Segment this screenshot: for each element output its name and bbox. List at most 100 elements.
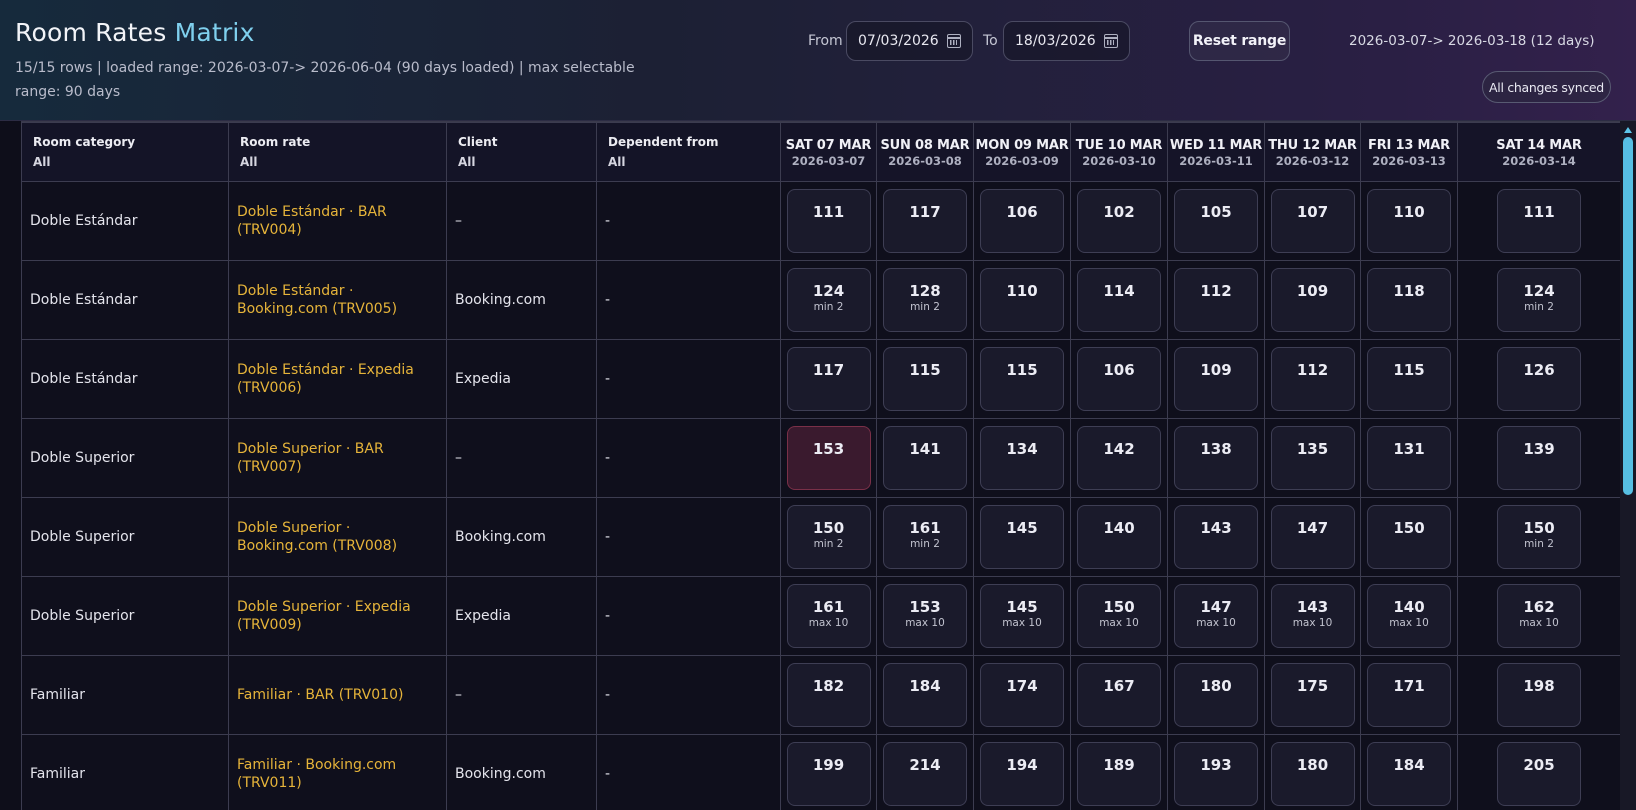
rate-input[interactable]: 161 min 2 [883,505,967,569]
room-rate-cell[interactable]: Doble Superior · BAR (TRV007) [228,418,447,498]
column-filter[interactable]: All [458,155,596,169]
rate-value: 180 [1200,677,1232,695]
rate-input[interactable]: 110 [980,268,1064,332]
room-rate-cell[interactable]: Familiar · BAR (TRV010) [228,655,447,735]
rate-cell: 112 [1264,339,1361,419]
rate-cell: 105 [1167,181,1265,261]
rate-input[interactable]: 198 [1497,663,1581,727]
rate-input[interactable]: 111 [786,189,871,253]
rate-input[interactable]: 115 [883,347,967,411]
room-category-cell: Familiar [21,734,229,810]
rate-value: 135 [1296,440,1329,458]
rate-input[interactable]: 135 [1270,426,1355,490]
room-rate-cell[interactable]: Doble Superior · Booking.com (TRV008) [228,497,447,577]
rate-cell: 150 min 2 [780,497,877,577]
rate-input[interactable]: 205 [1497,742,1581,806]
rate-input[interactable]: 193 [1174,742,1258,806]
room-rate-cell[interactable]: Familiar · Booking.com (TRV011) [228,734,447,810]
rate-input[interactable]: 139 [1497,426,1581,490]
scroll-up-arrow-icon[interactable] [1624,127,1632,133]
reset-range-button[interactable]: Reset range [1189,21,1290,61]
rate-input[interactable]: 109 [1174,347,1258,411]
calendar-icon[interactable] [1104,34,1118,48]
rate-input[interactable]: 194 [980,742,1064,806]
room-rate-cell[interactable]: Doble Estándar · BAR (TRV004) [228,181,447,261]
rate-value: 182 [812,677,845,695]
rate-value: 139 [1523,440,1555,458]
room-rate-cell[interactable]: Doble Estándar · Expedia (TRV006) [228,339,447,419]
rate-input[interactable]: 147 max 10 [1174,584,1258,648]
rate-input[interactable]: 199 [786,742,871,806]
room-rate-cell[interactable]: Doble Estándar · Booking.com (TRV005) [228,260,447,340]
rate-value: 115 [909,361,941,379]
rate-input[interactable]: 141 [883,426,967,490]
to-date-input[interactable]: 18/03/2026 [1003,21,1130,61]
rate-input[interactable]: 112 [1174,268,1258,332]
rate-input[interactable]: 214 [883,742,967,806]
rate-input[interactable]: 109 [1270,268,1355,332]
room-rate-cell[interactable]: Doble Superior · Expedia (TRV009) [228,576,447,656]
rate-input[interactable]: 150 [1367,505,1451,569]
rate-input[interactable]: 143 max 10 [1270,584,1355,648]
rate-input[interactable]: 142 [1077,426,1161,490]
stay-restriction: min 2 [910,301,940,313]
selected-range-text: 2026-03-07-> 2026-03-18 (12 days) [1349,33,1595,49]
rate-input[interactable]: 150 min 2 [786,505,871,569]
rate-input[interactable]: 114 [1077,268,1161,332]
rate-input[interactable]: 124 min 2 [1497,268,1581,332]
rate-input[interactable]: 118 [1367,268,1451,332]
calendar-icon[interactable] [947,34,961,48]
rate-value: 214 [909,756,941,774]
rate-input[interactable]: 115 [1367,347,1451,411]
rate-input[interactable]: 147 [1270,505,1355,569]
rate-input[interactable]: 112 [1270,347,1355,411]
rate-input[interactable]: 105 [1174,189,1258,253]
vertical-scrollbar[interactable] [1620,121,1636,810]
rate-input[interactable]: 117 [883,189,967,253]
rate-input[interactable]: 134 [980,426,1064,490]
rate-input[interactable]: 110 [1367,189,1451,253]
rate-input[interactable]: 115 [980,347,1064,411]
rate-input[interactable]: 140 max 10 [1367,584,1451,648]
rate-input[interactable]: 167 [1077,663,1161,727]
rate-input[interactable]: 143 [1174,505,1258,569]
date-value: 2026-03-12 [1275,154,1350,168]
rate-input[interactable]: 111 [1497,189,1581,253]
rate-input[interactable]: 106 [1077,347,1161,411]
rate-input[interactable]: 117 [786,347,871,411]
rate-input[interactable]: 184 [883,663,967,727]
rate-input[interactable]: 150 max 10 [1077,584,1161,648]
scrollbar-thumb[interactable] [1623,137,1633,495]
date-column-header: WED 11 MAR 2026-03-11 [1167,122,1265,182]
rate-input[interactable]: 180 [1270,742,1355,806]
rate-input[interactable]: 102 [1077,189,1161,253]
rate-input[interactable]: 161 max 10 [786,584,871,648]
rate-input[interactable]: 175 [1270,663,1355,727]
rate-input[interactable]: 145 [980,505,1064,569]
rate-input[interactable]: 153 max 10 [883,584,967,648]
from-date-input[interactable]: 07/03/2026 [846,21,973,61]
rate-value: 138 [1200,440,1232,458]
rate-input[interactable]: 153 [786,426,871,490]
column-filter[interactable]: All [240,155,446,169]
rate-input[interactable]: 131 [1367,426,1451,490]
rate-input[interactable]: 128 min 2 [883,268,967,332]
rate-input[interactable]: 145 max 10 [980,584,1064,648]
rate-input[interactable]: 124 min 2 [786,268,871,332]
rate-input[interactable]: 182 [786,663,871,727]
rate-input[interactable]: 171 [1367,663,1451,727]
rate-input[interactable]: 150 min 2 [1497,505,1581,569]
rate-input[interactable]: 106 [980,189,1064,253]
rate-input[interactable]: 174 [980,663,1064,727]
rate-input[interactable]: 138 [1174,426,1258,490]
rate-input[interactable]: 184 [1367,742,1451,806]
rate-input[interactable]: 162 max 10 [1497,584,1581,648]
column-filter[interactable]: All [608,155,780,169]
table-row: Doble Superior Doble Superior · Expedia (… [21,576,1621,656]
rate-input[interactable]: 107 [1270,189,1355,253]
rate-input[interactable]: 140 [1077,505,1161,569]
rate-input[interactable]: 180 [1174,663,1258,727]
rate-input[interactable]: 189 [1077,742,1161,806]
column-filter[interactable]: All [33,155,228,169]
rate-input[interactable]: 126 [1497,347,1581,411]
